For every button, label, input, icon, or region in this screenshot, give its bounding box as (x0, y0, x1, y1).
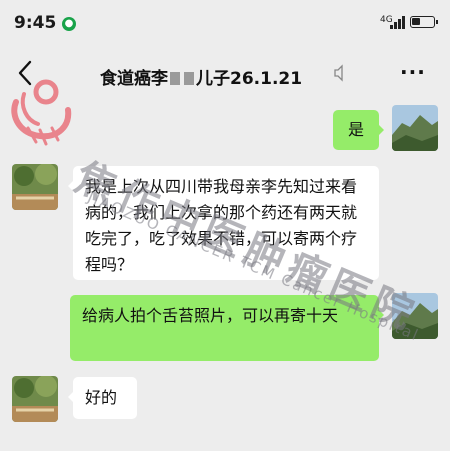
mute-icon (334, 64, 343, 82)
battery-icon (410, 16, 438, 28)
my-avatar[interactable] (392, 105, 438, 151)
message-bubble-sent[interactable]: 是 (333, 110, 384, 150)
contact-avatar[interactable] (12, 164, 58, 210)
redaction-mask (170, 72, 180, 85)
more-options-button[interactable]: ··· (400, 60, 426, 84)
contact-avatar[interactable] (12, 376, 58, 422)
chat-title: 食道癌李 儿子26.1.21 (100, 64, 340, 89)
message-text: 给病人拍个舌苔照片，可以再寄十天 (82, 306, 339, 325)
redaction-mask (184, 72, 194, 85)
status-bar: 9:45 ● 4G (0, 0, 450, 44)
message-bubble-sent[interactable]: 给病人拍个舌苔照片，可以再寄十天 (70, 295, 384, 361)
landscape-avatar-icon (392, 293, 438, 339)
message-bubble-received[interactable]: 我是上次从四川带我母亲李先知过来看病的，我们上次拿的那个药还有两天就吃完了，吃了… (68, 166, 379, 280)
message-bubble-received[interactable]: 好的 (68, 377, 137, 419)
back-arrow-icon[interactable] (14, 58, 36, 88)
wechat-notification-icon: ● (62, 17, 76, 31)
my-avatar[interactable] (392, 293, 438, 339)
garden-avatar-icon (12, 376, 58, 422)
chat-title-prefix: 食道癌李 (100, 69, 168, 89)
message-text: 是 (347, 120, 364, 139)
signal-icon (390, 16, 405, 29)
battery-level (412, 18, 420, 25)
message-text: 我是上次从四川带我母亲李先知过来看病的，我们上次拿的那个药还有两天就吃完了，吃了… (85, 177, 358, 274)
status-time: 9:45 (14, 13, 57, 33)
message-text: 好的 (85, 388, 118, 407)
landscape-avatar-icon (392, 105, 438, 151)
garden-avatar-icon (12, 164, 58, 210)
chat-title-suffix: 儿子26.1.21 (196, 69, 303, 89)
